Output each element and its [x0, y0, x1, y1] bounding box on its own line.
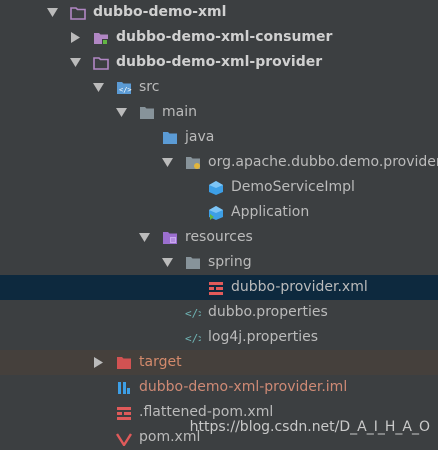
chevron-right-icon[interactable] [69, 32, 81, 44]
properties-file-icon: </> [185, 330, 201, 346]
tree-item-resources[interactable]: resources [0, 225, 438, 250]
module-folder-icon [93, 30, 109, 46]
tree-item-spring[interactable]: spring [0, 250, 438, 275]
tree-item-package[interactable]: org.apache.dubbo.demo.provider [0, 150, 438, 175]
tree-item-dubbo-demo-xml-consumer[interactable]: dubbo-demo-xml-consumer [0, 25, 438, 50]
tree-item-log4j-properties[interactable]: </> log4j.properties [0, 325, 438, 350]
source-root-folder-icon [162, 130, 178, 146]
module-folder-icon [70, 5, 86, 21]
xml-file-icon [208, 280, 224, 296]
tree-item-dubbo-provider-xml[interactable]: dubbo-provider.xml [0, 275, 438, 300]
watermark-text: https://blog.csdn.net/D_A_I_H_A_O [189, 419, 430, 435]
svg-text:</>: </> [119, 86, 132, 94]
class-icon [208, 180, 224, 196]
tree-item-label: Application [231, 204, 310, 220]
tree-item-java[interactable]: java [0, 125, 438, 150]
resources-folder-icon [162, 230, 178, 246]
tree-item-label: dubbo-demo-xml-provider.iml [139, 379, 348, 395]
chevron-right-icon[interactable] [92, 357, 104, 369]
tree-item-label: dubbo-demo-xml-consumer [116, 29, 333, 45]
chevron-down-icon[interactable] [92, 82, 104, 94]
svg-text:</>: </> [185, 307, 201, 320]
tree-item-label: DemoServiceImpl [231, 179, 355, 195]
folder-icon [185, 255, 201, 271]
tree-item-label: java [185, 129, 215, 145]
chevron-down-icon[interactable] [69, 57, 81, 69]
module-folder-icon [93, 55, 109, 71]
tree-item-label: spring [208, 254, 252, 270]
tree-item-label: main [162, 104, 197, 120]
class-icon [208, 205, 224, 221]
properties-file-icon: </> [185, 305, 201, 321]
tree-item-label: resources [185, 229, 253, 245]
chevron-down-icon[interactable] [115, 107, 127, 119]
chevron-down-icon[interactable] [161, 157, 173, 169]
xml-file-icon [116, 405, 132, 421]
tree-item-label: src [139, 79, 160, 95]
tree-item-label: dubbo.properties [208, 304, 328, 320]
tree-item-application[interactable]: Application [0, 200, 438, 225]
tree-item-label: dubbo-demo-xml [93, 4, 227, 20]
package-icon [185, 155, 201, 171]
tree-item-target[interactable]: target [0, 350, 438, 375]
tree-item-dubbo-demo-xml-provider[interactable]: dubbo-demo-xml-provider [0, 50, 438, 75]
iml-file-icon [116, 380, 132, 396]
chevron-down-icon[interactable] [138, 232, 150, 244]
tree-item-src[interactable]: </> src [0, 75, 438, 100]
tree-item-dubbo-properties[interactable]: </> dubbo.properties [0, 300, 438, 325]
tree-item-main[interactable]: main [0, 100, 438, 125]
folder-icon [139, 105, 155, 121]
tree-item-iml[interactable]: dubbo-demo-xml-provider.iml [0, 375, 438, 400]
tree-item-label: log4j.properties [208, 329, 319, 345]
chevron-down-icon[interactable] [161, 257, 173, 269]
chevron-down-icon[interactable] [46, 7, 58, 19]
excluded-folder-icon [116, 355, 132, 371]
tree-item-dubbo-demo-xml[interactable]: dubbo-demo-xml [0, 0, 438, 25]
tree-item-label: org.apache.dubbo.demo.provider [208, 154, 438, 170]
svg-text:</>: </> [185, 332, 201, 345]
tree-item-label: dubbo-provider.xml [231, 279, 368, 295]
tree-item-demoserviceimpl[interactable]: DemoServiceImpl [0, 175, 438, 200]
maven-icon [116, 430, 132, 446]
tree-item-label: dubbo-demo-xml-provider [116, 54, 323, 70]
source-folder-icon: </> [116, 80, 132, 96]
tree-item-label: target [139, 354, 182, 370]
